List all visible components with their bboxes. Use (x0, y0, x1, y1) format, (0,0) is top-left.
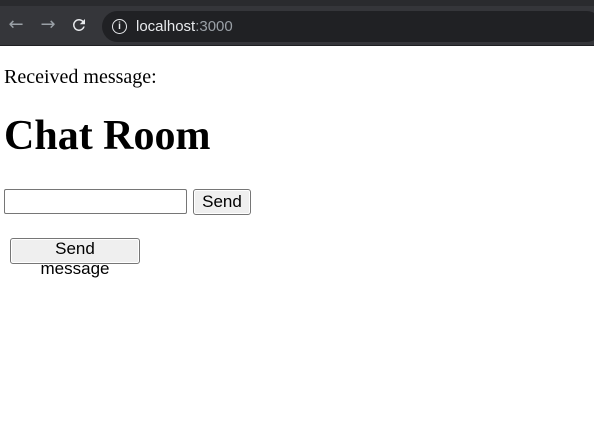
url-host: localhost (136, 18, 196, 35)
info-icon[interactable]: i (112, 19, 127, 34)
url-text[interactable]: localhost:3000 (136, 18, 233, 35)
tab-strip (0, 0, 594, 6)
received-message-label: Received message: (4, 66, 157, 88)
send-message-button[interactable]: Send message (10, 238, 140, 278)
message-input[interactable] (4, 189, 187, 214)
page-title: Chat Room (4, 113, 211, 159)
url-port: :3000 (195, 18, 233, 35)
arrow-left-icon[interactable]: ← (5, 14, 27, 36)
arrow-right-icon[interactable]: → (37, 14, 59, 36)
reload-icon[interactable] (68, 14, 90, 36)
browser-toolbar: ← → i localhost:3000 (0, 0, 594, 46)
send-button[interactable]: Send (193, 189, 251, 215)
address-bar[interactable]: i localhost:3000 (102, 11, 594, 42)
